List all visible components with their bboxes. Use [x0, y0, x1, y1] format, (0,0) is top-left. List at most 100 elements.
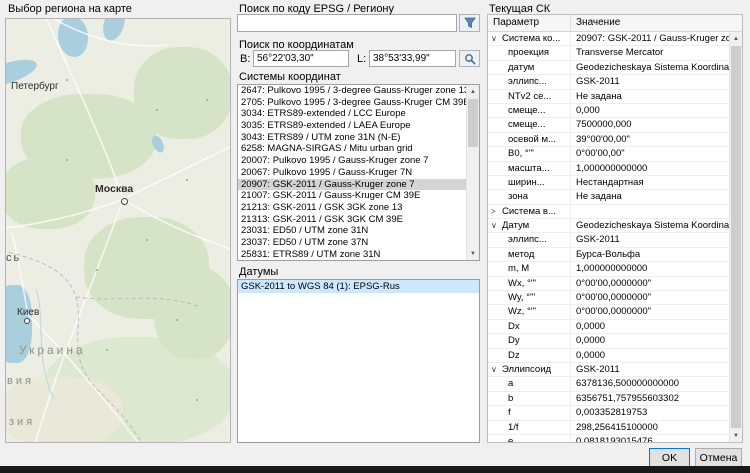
crs-selection-dialog: Выбор региона на карте	[0, 0, 750, 473]
property-row[interactable]: Dy0,0000	[488, 334, 729, 348]
param-name: метод	[508, 249, 534, 260]
property-row[interactable]: a6378136,500000000000	[488, 377, 729, 391]
funnel-icon	[464, 17, 476, 29]
param-column-header[interactable]: Параметр	[488, 15, 571, 31]
scroll-down-arrow-icon[interactable]: ▼	[467, 247, 479, 260]
property-row[interactable]: ∨ДатумGeodezicheskaya Sistema Koordinat …	[488, 219, 729, 233]
property-row[interactable]: смеще...7500000,000	[488, 118, 729, 132]
param-name: ширин...	[508, 177, 545, 188]
town-dot	[96, 269, 98, 271]
properties-scrollbar[interactable]: ▲ ▼	[729, 32, 742, 442]
town-dot	[186, 179, 188, 181]
property-row[interactable]: Wz, °'"0°00'00,0000000"	[488, 305, 729, 319]
property-row[interactable]: ∨ЭллипсоидGSK-2011	[488, 363, 729, 377]
param-name: эллипс...	[508, 234, 547, 245]
map-label-edge-2: вия	[7, 375, 34, 387]
crs-list-item[interactable]: 2705: Pulkovo 1995 / 3-degree Gauss-Krug…	[238, 97, 466, 109]
crs-list-item[interactable]: 25831: ETRS89 / UTM zone 31N	[238, 249, 466, 260]
property-row[interactable]: b6356751,757955603302	[488, 392, 729, 406]
l-label: L:	[357, 53, 366, 65]
crs-list-item[interactable]: 23037: ED50 / UTM zone 37N	[238, 237, 466, 249]
property-row[interactable]: > Система в...	[488, 205, 729, 219]
map-label-ukraine: Украина	[19, 343, 86, 357]
cancel-button[interactable]: Отмена	[695, 448, 742, 467]
chevron-expanded-icon[interactable]: ∨	[491, 364, 497, 376]
property-row[interactable]: проекцияTransverse Mercator	[488, 46, 729, 60]
chevron-expanded-icon[interactable]: ∨	[491, 33, 497, 45]
datum-list[interactable]: GSK-2011 to WGS 84 (1): EPSG-Rus	[237, 279, 480, 443]
param-name: Эллипсоид	[502, 364, 551, 375]
property-row[interactable]: NTv2 се...Не задана	[488, 90, 729, 104]
scroll-up-arrow-icon[interactable]: ▲	[730, 32, 742, 45]
property-row[interactable]: e0,0818193015476	[488, 435, 729, 442]
crs-list-item[interactable]: 2647: Pulkovo 1995 / 3-degree Gauss-Krug…	[238, 85, 466, 97]
crs-list-item[interactable]: 23031: ED50 / UTM zone 31N	[238, 225, 466, 237]
param-value: 20907: GSK-2011 / Gauss-Kruger zone 7	[571, 32, 729, 45]
property-row[interactable]: осевой м... 39°00'00,00"	[488, 133, 729, 147]
region-map[interactable]: Петербург Москва Киев Украина сь вия зия	[5, 18, 231, 443]
datum-list-title: Датумы	[239, 266, 278, 278]
property-row[interactable]: ∨Система ко...20907: GSK-2011 / Gauss-Kr…	[488, 32, 729, 46]
property-row[interactable]: Wx, °'"0°00'00,0000000"	[488, 277, 729, 291]
chevron-expanded-icon[interactable]: ∨	[491, 220, 497, 232]
chevron-collapsed-icon[interactable]: >	[491, 206, 496, 218]
l-coordinate-input[interactable]	[369, 50, 456, 67]
property-row[interactable]: датумGeodezicheskaya Sistema Koordinat 2…	[488, 61, 729, 75]
crs-list-item[interactable]: 21213: GSK-2011 / GSK 3GK zone 13	[238, 202, 466, 214]
property-row[interactable]: эллипс...GSK-2011	[488, 233, 729, 247]
property-row[interactable]: 1/f298,256415100000	[488, 421, 729, 435]
param-name: a	[508, 378, 513, 389]
table-header: Параметр Значение	[488, 15, 742, 32]
filter-button[interactable]	[459, 14, 480, 32]
b-coordinate-input[interactable]	[253, 50, 349, 67]
epsg-search-input[interactable]	[237, 14, 457, 32]
coordinate-search-button[interactable]	[459, 50, 480, 67]
property-row[interactable]: B0, °'"0°00'00,00"	[488, 147, 729, 161]
crs-scrollbar-thumb[interactable]	[468, 99, 478, 147]
param-name: осевой м...	[508, 134, 556, 145]
crs-list[interactable]: 2647: Pulkovo 1995 / 3-degree Gauss-Krug…	[237, 84, 480, 261]
value-column-header[interactable]: Значение	[571, 15, 620, 31]
param-name: NTv2 се...	[508, 91, 551, 102]
property-row[interactable]: смеще...0,000	[488, 104, 729, 118]
param-name: Wz, °'"	[508, 306, 536, 317]
param-name: Система в...	[502, 206, 556, 217]
properties-scrollbar-thumb[interactable]	[731, 46, 741, 428]
town-dot	[156, 109, 158, 111]
datum-list-item[interactable]: GSK-2011 to WGS 84 (1): EPSG-Rus	[238, 280, 479, 293]
property-row[interactable]: эллипс...GSK-2011	[488, 75, 729, 89]
param-value: 39°00'00,00"	[571, 133, 729, 146]
b-label: B:	[240, 53, 250, 65]
crs-list-item[interactable]: 6258: MAGNA-SIRGAS / Mitu urban grid	[238, 143, 466, 155]
param-name: Wx, °'"	[508, 278, 536, 289]
scroll-up-arrow-icon[interactable]: ▲	[467, 85, 479, 98]
property-row[interactable]: ширин...Нестандартная	[488, 176, 729, 190]
crs-list-item[interactable]: 20907: GSK-2011 / Gauss-Kruger zone 7	[238, 179, 466, 191]
property-row[interactable]: Wy, °'"0°00'00,0000000"	[488, 291, 729, 305]
crs-list-item[interactable]: 3035: ETRS89-extended / LAEA Europe	[238, 120, 466, 132]
param-value: 298,256415100000	[571, 421, 729, 434]
property-row[interactable]: Dx0,0000	[488, 320, 729, 334]
crs-list-item[interactable]: 3043: ETRS89 / UTM zone 31N (N-E)	[238, 132, 466, 144]
crs-list-item[interactable]: 21007: GSK-2011 / Gauss-Kruger CM 39E	[238, 190, 466, 202]
crs-list-item[interactable]: 3034: ETRS89-extended / LCC Europe	[238, 108, 466, 120]
property-row[interactable]: m, M1,000000000000	[488, 262, 729, 276]
param-name: m, M	[508, 263, 529, 274]
scroll-down-arrow-icon[interactable]: ▼	[730, 429, 742, 442]
crs-list-item[interactable]: 20007: Pulkovo 1995 / Gauss-Kruger zone …	[238, 155, 466, 167]
ok-button[interactable]: OK	[649, 448, 690, 467]
param-name: Dz	[508, 350, 520, 361]
property-row[interactable]: методБурса-Вольфа	[488, 248, 729, 262]
crs-list-item[interactable]: 20067: Pulkovo 1995 / Gauss-Kruger 7N	[238, 167, 466, 179]
crs-list-scrollbar[interactable]: ▲ ▼	[466, 85, 479, 260]
param-name: эллипс...	[508, 76, 547, 87]
param-name: B0, °'"	[508, 148, 534, 159]
param-name: f	[508, 407, 511, 418]
param-value: 0,0000	[571, 320, 729, 333]
crs-list-items: 2647: Pulkovo 1995 / 3-degree Gauss-Krug…	[238, 85, 466, 260]
crs-list-item[interactable]: 21313: GSK-2011 / GSK 3GK CM 39E	[238, 214, 466, 226]
property-row[interactable]: Dz0,0000	[488, 349, 729, 363]
property-row[interactable]: масшта...1,000000000000	[488, 162, 729, 176]
property-row[interactable]: f0,003352819753	[488, 406, 729, 420]
property-row[interactable]: зонаНе задана	[488, 190, 729, 204]
